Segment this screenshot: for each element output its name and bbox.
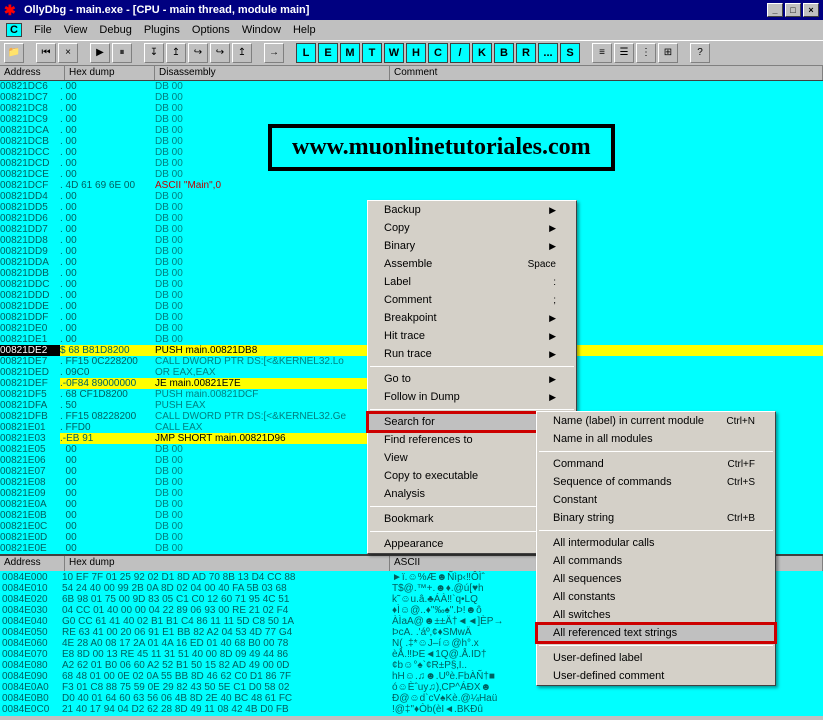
menubar: C File View Debug Plugins Options Window…: [0, 20, 823, 40]
dump-column-hexdump[interactable]: Hex dump: [65, 556, 390, 571]
cpu-icon[interactable]: C: [6, 23, 22, 37]
menu-debug[interactable]: Debug: [99, 24, 131, 36]
toolbar: 📁 ⏮ × ▶ ⏸ ↧ ↥ ↪ ↪ ↥ → L E M T W H C / K …: [0, 40, 823, 66]
menu-window[interactable]: Window: [242, 24, 281, 36]
menu-item-name-in-all-modules[interactable]: Name in all modules: [537, 430, 775, 448]
dump-column-address[interactable]: Address: [0, 556, 65, 571]
menu-help[interactable]: Help: [293, 24, 316, 36]
menu-item-go-to[interactable]: Go to▶: [368, 370, 576, 388]
menu-item-all-switches[interactable]: All switches: [537, 606, 775, 624]
column-address[interactable]: Address: [0, 66, 65, 80]
column-hexdump[interactable]: Hex dump: [65, 66, 155, 80]
minimize-button[interactable]: _: [767, 3, 783, 17]
menu-item-run-trace[interactable]: Run trace▶: [368, 345, 576, 363]
menu-item-binary[interactable]: Binary▶: [368, 237, 576, 255]
options4-button[interactable]: ⊞: [658, 43, 678, 63]
disasm-row[interactable]: 00821DCF. 4D 61 69 6E 00ASCII "Main",0: [0, 180, 823, 191]
dump-row[interactable]: 0084E0C021 40 17 94 04 D2 62 28 8D 49 11…: [2, 704, 821, 715]
menu-item-binary-string[interactable]: Binary stringCtrl+B: [537, 509, 775, 527]
close-button[interactable]: ×: [803, 3, 819, 17]
references-button[interactable]: R: [516, 43, 536, 63]
disasm-header: Address Hex dump Disassembly Comment: [0, 66, 823, 81]
menu-item-breakpoint[interactable]: Breakpoint▶: [368, 309, 576, 327]
trace-into-button[interactable]: ↪: [188, 43, 208, 63]
menu-item-copy[interactable]: Copy▶: [368, 219, 576, 237]
options2-button[interactable]: ☰: [614, 43, 634, 63]
windows-button[interactable]: W: [384, 43, 404, 63]
watermark-text: www.muonlinetutoriales.com: [268, 124, 615, 171]
column-disassembly[interactable]: Disassembly: [155, 66, 390, 80]
column-comment[interactable]: Comment: [390, 66, 823, 80]
memory-button[interactable]: M: [340, 43, 360, 63]
cpu-button[interactable]: C: [428, 43, 448, 63]
menu-item-follow-in-dump[interactable]: Follow in Dump▶: [368, 388, 576, 406]
window-title: OllyDbg - main.exe - [CPU - main thread,…: [24, 4, 767, 16]
disasm-row[interactable]: 00821DC8. 00DB 00: [0, 103, 823, 114]
menu-item-all-intermodular-calls[interactable]: All intermodular calls: [537, 534, 775, 552]
menu-item-assemble[interactable]: AssembleSpace: [368, 255, 576, 273]
dump-row[interactable]: 0084E0B0D0 40 01 64 60 63 56 06 4B 8D 2E…: [2, 693, 821, 704]
options1-button[interactable]: ≡: [592, 43, 612, 63]
menu-item-command[interactable]: CommandCtrl+F: [537, 455, 775, 473]
breakpoints-button[interactable]: B: [494, 43, 514, 63]
menu-item-all-referenced-text-strings[interactable]: All referenced text strings: [537, 624, 775, 642]
menu-item-constant[interactable]: Constant: [537, 491, 775, 509]
app-icon: ✱: [4, 2, 20, 18]
open-button[interactable]: 📁: [4, 43, 24, 63]
close-button[interactable]: ×: [58, 43, 78, 63]
goto-button[interactable]: →: [264, 43, 284, 63]
threads-button[interactable]: T: [362, 43, 382, 63]
log-window-button[interactable]: L: [296, 43, 316, 63]
menu-item-sequence-of-commands[interactable]: Sequence of commandsCtrl+S: [537, 473, 775, 491]
menu-item-user-defined-comment[interactable]: User-defined comment: [537, 667, 775, 685]
executable-modules-button[interactable]: E: [318, 43, 338, 63]
maximize-button[interactable]: □: [785, 3, 801, 17]
execute-till-return-button[interactable]: ↥: [232, 43, 252, 63]
step-over-button[interactable]: ↥: [166, 43, 186, 63]
pause-button[interactable]: ⏸: [112, 43, 132, 63]
menu-plugins[interactable]: Plugins: [144, 24, 180, 36]
menu-item-comment[interactable]: Comment;: [368, 291, 576, 309]
help-button[interactable]: ?: [690, 43, 710, 63]
source-button[interactable]: S: [560, 43, 580, 63]
context-menu-searchfor[interactable]: Name (label) in current moduleCtrl+NName…: [536, 411, 776, 686]
menu-item-all-commands[interactable]: All commands: [537, 552, 775, 570]
patches-button[interactable]: /: [450, 43, 470, 63]
menu-item-user-defined-label[interactable]: User-defined label: [537, 649, 775, 667]
step-into-button[interactable]: ↧: [144, 43, 164, 63]
menu-item-label[interactable]: Label:: [368, 273, 576, 291]
menu-item-name-label-in-current-module[interactable]: Name (label) in current moduleCtrl+N: [537, 412, 775, 430]
menu-item-backup[interactable]: Backup▶: [368, 201, 576, 219]
menu-options[interactable]: Options: [192, 24, 230, 36]
trace-over-button[interactable]: ↪: [210, 43, 230, 63]
window-titlebar: ✱ OllyDbg - main.exe - [CPU - main threa…: [0, 0, 823, 20]
handles-button[interactable]: H: [406, 43, 426, 63]
callstack-button[interactable]: K: [472, 43, 492, 63]
menu-item-hit-trace[interactable]: Hit trace▶: [368, 327, 576, 345]
disasm-row[interactable]: 00821DC6. 00DB 00: [0, 81, 823, 92]
menu-view[interactable]: View: [64, 24, 88, 36]
menu-item-all-constants[interactable]: All constants: [537, 588, 775, 606]
restart-button[interactable]: ⏮: [36, 43, 56, 63]
options3-button[interactable]: ⋮: [636, 43, 656, 63]
run-button[interactable]: ▶: [90, 43, 110, 63]
disasm-row[interactable]: 00821DC7. 00DB 00: [0, 92, 823, 103]
menu-item-all-sequences[interactable]: All sequences: [537, 570, 775, 588]
runtrace-button[interactable]: ...: [538, 43, 558, 63]
menu-file[interactable]: File: [34, 24, 52, 36]
